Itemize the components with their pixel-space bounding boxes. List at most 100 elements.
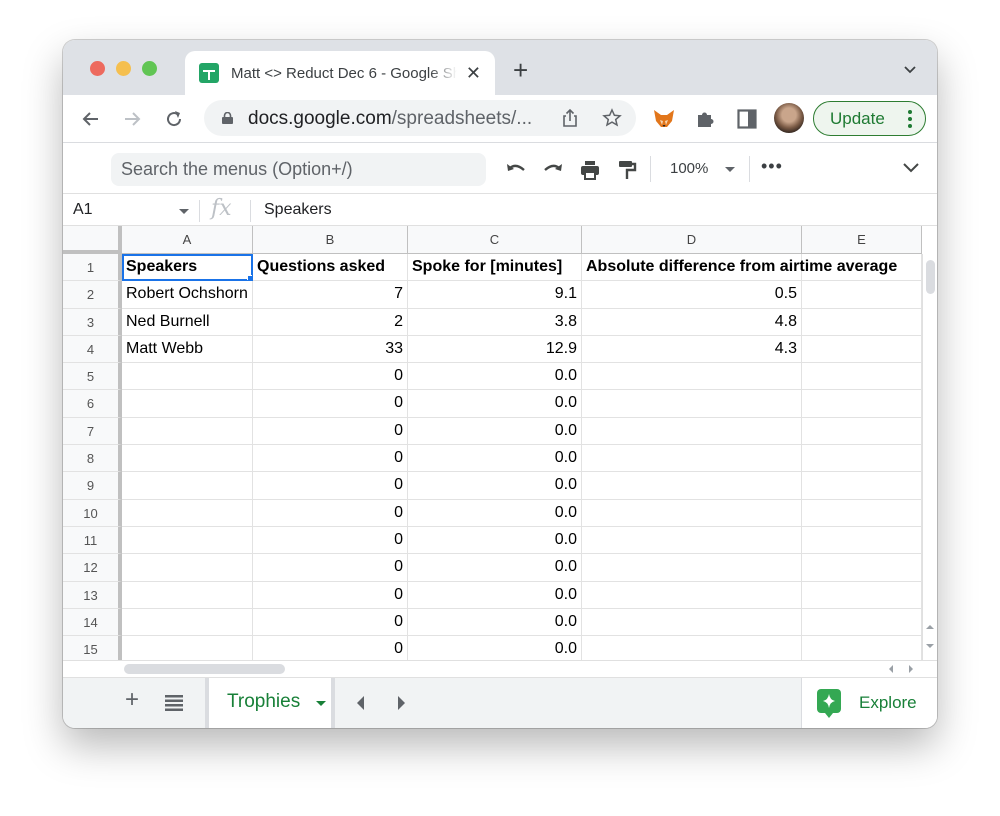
row-header[interactable]: 12 [63, 554, 122, 582]
cell-A15[interactable] [122, 636, 253, 660]
cell-C2[interactable]: 9.1 [408, 281, 582, 309]
cell-A2[interactable]: Robert Ochshorn [122, 281, 253, 309]
cell-D8[interactable] [582, 445, 802, 473]
all-sheets-list-icon[interactable] [165, 695, 183, 711]
cell-B5[interactable]: 0 [253, 363, 408, 391]
cell-C7[interactable]: 0.0 [408, 417, 582, 446]
cell-E5[interactable] [802, 363, 922, 391]
scroll-up-icon[interactable] [926, 625, 934, 629]
cell-C4[interactable]: 12.9 [408, 335, 582, 364]
zoom-caret-icon[interactable] [725, 167, 735, 172]
maximize-window-button[interactable] [142, 61, 157, 76]
cell-C12[interactable]: 0.0 [408, 554, 582, 582]
cell-E3[interactable] [802, 308, 922, 336]
cell-A14[interactable] [122, 608, 253, 637]
cell-E7[interactable] [802, 417, 922, 446]
extensions-puzzle-icon[interactable] [694, 107, 718, 131]
cell-D5[interactable] [582, 363, 802, 391]
minimize-window-button[interactable] [116, 61, 131, 76]
column-header-e[interactable]: E [802, 226, 922, 254]
cell-B7[interactable]: 0 [253, 417, 408, 446]
close-tab-icon[interactable]: ✕ [466, 63, 481, 83]
back-arrow-icon[interactable] [79, 107, 103, 131]
cell-B10[interactable]: 0 [253, 499, 408, 527]
cell-A8[interactable] [122, 445, 253, 473]
cell-E13[interactable] [802, 581, 922, 609]
row-header[interactable]: 2 [63, 281, 122, 309]
cell-D1[interactable]: Absolute difference from airtime average [582, 254, 897, 282]
row-header[interactable]: 14 [63, 608, 122, 637]
cell-D9[interactable] [582, 472, 802, 500]
cell-A11[interactable] [122, 526, 253, 555]
row-header[interactable]: 1 [63, 254, 122, 282]
cell-B2[interactable]: 7 [253, 281, 408, 309]
row-header[interactable]: 7 [63, 417, 122, 446]
cell-D7[interactable] [582, 417, 802, 446]
cell-D14[interactable] [582, 608, 802, 637]
scroll-sheets-right-icon[interactable] [398, 696, 405, 710]
cell-B15[interactable]: 0 [253, 636, 408, 660]
cell-A4[interactable]: Matt Webb [122, 335, 253, 364]
profile-avatar[interactable] [774, 103, 804, 133]
cell-E8[interactable] [802, 445, 922, 473]
browser-tab[interactable]: Matt <> Reduct Dec 6 - Google Sheets ✕ [185, 51, 495, 95]
menu-search-input[interactable]: Search the menus (Option+/) [111, 153, 486, 186]
cell-B13[interactable]: 0 [253, 581, 408, 609]
row-header[interactable]: 15 [63, 636, 122, 660]
cell-C14[interactable]: 0.0 [408, 608, 582, 637]
cell-C15[interactable]: 0.0 [408, 636, 582, 660]
cell-D3[interactable]: 4.8 [582, 308, 802, 336]
cell-D4[interactable]: 4.3 [582, 335, 802, 364]
cell-D6[interactable] [582, 390, 802, 418]
new-tab-button[interactable]: + [513, 57, 528, 83]
scroll-down-icon[interactable] [926, 644, 934, 648]
address-bar[interactable]: docs.google.com/spreadsheets/... [204, 100, 636, 136]
row-header[interactable]: 8 [63, 445, 122, 473]
cell-C6[interactable]: 0.0 [408, 390, 582, 418]
cell-C3[interactable]: 3.8 [408, 308, 582, 336]
explore-button[interactable]: Explore [801, 678, 937, 728]
cell-C13[interactable]: 0.0 [408, 581, 582, 609]
metamask-fox-icon[interactable] [652, 107, 676, 131]
scroll-sheets-left-icon[interactable] [357, 696, 364, 710]
print-icon[interactable] [579, 159, 601, 181]
row-header[interactable]: 4 [63, 335, 122, 364]
cell-E4[interactable] [802, 335, 922, 364]
cell-B9[interactable]: 0 [253, 472, 408, 500]
cell-C9[interactable]: 0.0 [408, 472, 582, 500]
cell-A10[interactable] [122, 499, 253, 527]
formula-input[interactable]: Speakers [264, 201, 332, 219]
cell-C11[interactable]: 0.0 [408, 526, 582, 555]
paint-format-icon[interactable] [616, 159, 638, 181]
scroll-left-icon[interactable] [889, 665, 893, 673]
cell-E15[interactable] [802, 636, 922, 660]
cell-B11[interactable]: 0 [253, 526, 408, 555]
cell-B12[interactable]: 0 [253, 554, 408, 582]
more-options-button[interactable]: ••• [761, 156, 783, 177]
close-window-button[interactable] [90, 61, 105, 76]
cell-B14[interactable]: 0 [253, 608, 408, 637]
share-icon[interactable] [560, 108, 580, 128]
horizontal-scrollbar[interactable] [63, 660, 937, 677]
cell-C1[interactable]: Spoke for [minutes] [408, 254, 582, 282]
zoom-select[interactable]: 100% [670, 160, 708, 177]
vertical-scrollbar[interactable] [922, 254, 937, 660]
bookmark-star-icon[interactable] [602, 108, 622, 128]
cell-B3[interactable]: 2 [253, 308, 408, 336]
cell-A7[interactable] [122, 417, 253, 446]
sheet-tab-trophies[interactable]: Trophies [205, 678, 335, 728]
cell-B4[interactable]: 33 [253, 335, 408, 364]
undo-icon[interactable] [505, 159, 527, 181]
cell-C5[interactable]: 0.0 [408, 363, 582, 391]
collapse-toolbar-chevron-icon[interactable] [903, 162, 919, 174]
name-box-caret-icon[interactable] [179, 209, 189, 214]
cell-D12[interactable] [582, 554, 802, 582]
add-sheet-button[interactable]: + [125, 686, 139, 714]
column-header-c[interactable]: C [408, 226, 582, 254]
kebab-menu-icon[interactable] [908, 110, 912, 128]
cell-B1[interactable]: Questions asked [253, 254, 408, 282]
name-box[interactable]: A1 [73, 201, 93, 219]
cell-A6[interactable] [122, 390, 253, 418]
column-header-b[interactable]: B [253, 226, 408, 254]
cell-E6[interactable] [802, 390, 922, 418]
